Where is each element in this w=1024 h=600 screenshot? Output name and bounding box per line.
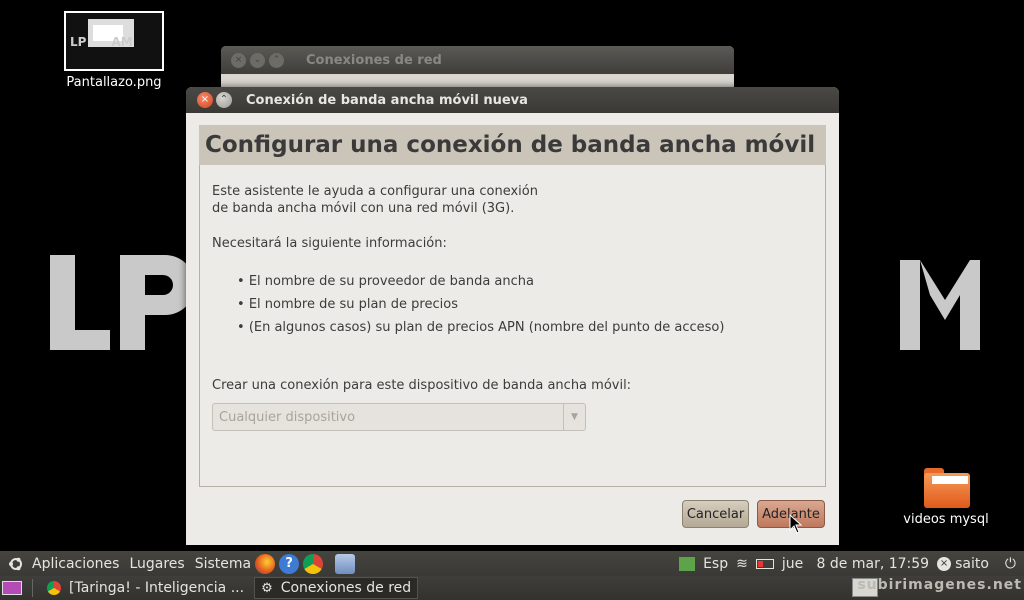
bottom-panel: [Taringa! - Inteligencia ... ⚙ Conexione…	[0, 576, 1024, 600]
taskbar-item-network[interactable]: ⚙ Conexiones de red	[254, 577, 419, 599]
taskbar-item-taringa[interactable]: [Taringa! - Inteligencia ...	[41, 577, 250, 599]
dialog-title: Conexión de banda ancha móvil nueva	[246, 92, 528, 108]
show-desktop-icon[interactable]	[2, 581, 22, 595]
top-panel: Aplicaciones Lugares Sistema ? Esp ≋ jue…	[0, 551, 1024, 576]
firefox-icon[interactable]	[255, 553, 276, 574]
device-label: Crear una conexión para este dispositivo…	[212, 378, 632, 393]
list-item: El nombre de su proveedor de banda ancha	[237, 270, 813, 293]
system-tray: Esp ≋ jue 8 de mar, 17:59 × saito ⏻	[679, 551, 1024, 576]
user-name[interactable]: saito	[955, 556, 989, 572]
intro-text-line2: de banda ancha móvil con una red móvil (…	[212, 201, 515, 216]
list-item: (En algunos casos) su plan de precios AP…	[237, 316, 813, 339]
dialog-titlebar[interactable]: × ⌃ Conexión de banda ancha móvil nueva	[186, 87, 839, 113]
background-window[interactable]: × ⌄ ⌃ Conexiones de red	[221, 46, 734, 90]
chrome-icon	[47, 581, 61, 595]
requirements-list: El nombre de su proveedor de banda ancha…	[237, 270, 813, 339]
keyboard-layout[interactable]: Esp	[703, 556, 728, 572]
cancel-button[interactable]: Cancelar	[682, 500, 749, 528]
mouse-cursor-icon	[789, 514, 803, 534]
chevron-down-icon[interactable]: ▼	[563, 404, 585, 430]
maximize-icon[interactable]: ⌃	[269, 52, 284, 68]
close-icon[interactable]: ×	[231, 52, 246, 68]
power-icon[interactable]: ⏻	[1005, 556, 1016, 572]
image-thumbnail-icon: LP AM	[64, 11, 164, 71]
intro-text-line1: Este asistente le ayuda a configurar una…	[212, 184, 538, 199]
device-select-value: Cualquier dispositivo	[219, 409, 356, 425]
network-icon: ⚙	[261, 580, 273, 596]
menu-places[interactable]: Lugares	[129, 556, 184, 572]
page-title: Configurar una conexión de banda ancha m…	[205, 132, 816, 158]
close-icon[interactable]: ×	[197, 92, 213, 108]
battery-icon[interactable]	[755, 558, 774, 569]
folder-icon	[921, 468, 971, 508]
menu-applications[interactable]: Aplicaciones	[32, 556, 119, 572]
minimize-icon[interactable]: ⌃	[216, 92, 232, 108]
wifi-icon[interactable]: ≋	[736, 556, 748, 572]
desktop-icon-screenshot[interactable]: LP AM Pantallazo.png	[64, 11, 164, 90]
info-needed-text: Necesitará la siguiente información:	[212, 236, 447, 251]
list-item: El nombre de su plan de precios	[237, 293, 813, 316]
desktop-icon-label: videos mysql	[903, 512, 989, 527]
updates-icon[interactable]	[679, 556, 696, 571]
window-title: Conexiones de red	[306, 52, 442, 68]
minimize-icon[interactable]: ⌄	[250, 52, 265, 68]
assistant-header: Configurar una conexión de banda ancha m…	[199, 125, 826, 165]
help-icon[interactable]: ?	[279, 553, 300, 574]
window-titlebar[interactable]: × ⌄ ⌃ Conexiones de red	[221, 46, 734, 74]
chrome-icon[interactable]	[303, 553, 324, 574]
task-label: Conexiones de red	[280, 580, 412, 596]
mobile-broadband-dialog: × ⌃ Conexión de banda ancha móvil nueva …	[186, 87, 839, 545]
desktop-icon-label: Pantallazo.png	[66, 75, 162, 90]
assistant-content: Este asistente le ayuda a configurar una…	[199, 165, 826, 487]
package-icon[interactable]	[335, 553, 356, 574]
device-select[interactable]: Cualquier dispositivo ▼	[212, 403, 586, 431]
clock[interactable]: jue 8 de mar, 17:59	[782, 556, 929, 572]
desktop-icon-folder[interactable]: videos mysql	[898, 468, 994, 527]
user-status-icon[interactable]: ×	[937, 556, 952, 571]
menu-system[interactable]: Sistema	[195, 556, 251, 572]
ubuntu-logo-icon[interactable]	[8, 556, 24, 572]
task-label: [Taringa! - Inteligencia ...	[69, 580, 245, 596]
watermark: subirimagenes.net	[857, 577, 1022, 593]
